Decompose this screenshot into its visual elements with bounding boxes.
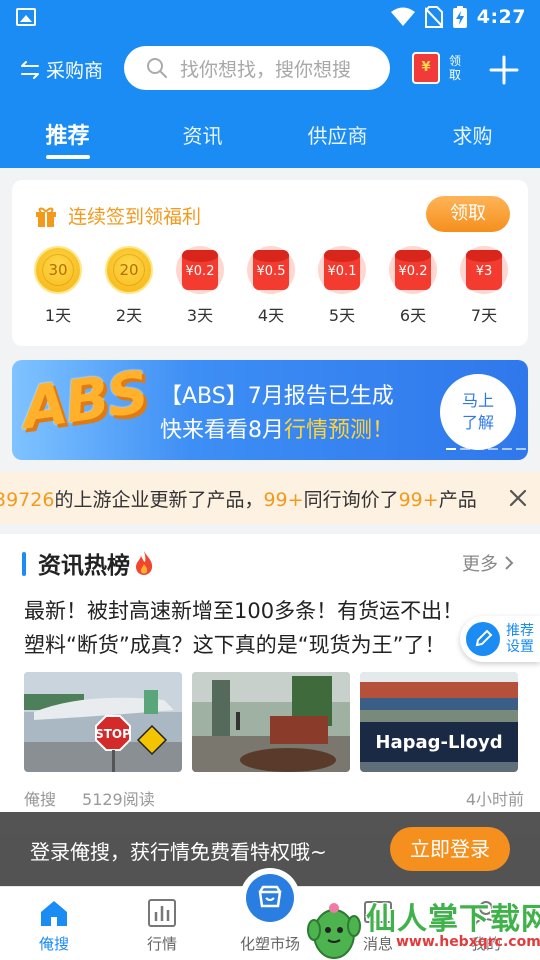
redpacket-icon: ¥0.5 (247, 246, 295, 294)
tab-purchase[interactable]: 求购 (405, 112, 540, 162)
checkin-day-1[interactable]: 30 1天 (26, 246, 90, 326)
hapag-lloyd-ship-photo: Hapag-Lloyd (360, 672, 518, 772)
article-title-line2: 塑料“断货”成真？这下真的是“现货为王”了！ (24, 633, 446, 657)
swap-icon (21, 60, 39, 79)
notice-ticker[interactable]: 39726的上游企业更新了产品，99+同行询价了99+产品 (0, 472, 540, 524)
nav-market[interactable]: 行情 (108, 887, 216, 960)
day-label: 3天 (186, 306, 214, 325)
day-label: 1天 (44, 306, 72, 325)
dump-truck-photo (192, 672, 350, 772)
article-source: 俺搜 (24, 790, 57, 809)
plus-icon[interactable] (488, 54, 520, 86)
role-label: 采购商 (46, 60, 104, 82)
gift-icon (36, 207, 56, 227)
coin-icon: 20 (105, 246, 153, 294)
news-section: 资讯热榜 更多 最新！被封高速新增至100多条！有货运不出！ 塑料“断货”成真？… (0, 534, 540, 834)
message-icon (364, 901, 392, 923)
stop-sign-text: STOP (95, 727, 131, 741)
checkin-days: 30 1天 20 2天 ¥0.2 3天 ¥0.5 4天 ¥0.1 5天 ¥0.2… (26, 246, 516, 326)
day-label: 7天 (470, 306, 498, 325)
wifi-icon (390, 7, 415, 26)
checkin-day-2[interactable]: 20 2天 (97, 246, 161, 326)
battery-charging-icon (452, 6, 467, 28)
checkin-card: 连续签到领福利 领取 30 1天 20 2天 ¥0.2 3天 ¥0.5 4天 ¥… (12, 180, 528, 346)
news-more-link[interactable]: 更多 (462, 550, 514, 576)
tab-news[interactable]: 资讯 (135, 112, 270, 162)
checkin-day-5[interactable]: ¥0.1 5天 (310, 246, 374, 326)
shop-icon (246, 874, 294, 922)
chart-icon (148, 899, 176, 927)
recommend-settings-label: 推荐设置 (506, 623, 534, 655)
banner-pager (446, 448, 526, 450)
nav-center-button[interactable] (240, 868, 300, 928)
day-label: 6天 (399, 306, 427, 325)
image-icon (16, 8, 36, 26)
header: 4:27 采购商 找你想找，搜你想搜 ¥ 领取 推荐 资讯 供应商 求购 (0, 0, 540, 168)
checkin-title: 连续签到领福利 (34, 202, 201, 229)
user-icon (474, 901, 498, 927)
search-icon (147, 58, 167, 78)
tab-recommend[interactable]: 推荐 (0, 112, 135, 162)
login-button[interactable]: 立即登录 (390, 827, 510, 871)
redpacket-label: 领取 (448, 54, 461, 82)
day-label: 4天 (257, 306, 285, 325)
article-views: 5129阅读 (82, 790, 155, 809)
checkin-day-6[interactable]: ¥0.2 6天 (381, 246, 445, 326)
status-bar: 4:27 (0, 0, 540, 36)
ticker-close-button[interactable] (496, 472, 540, 524)
banner-subline: 快来看看8月行情预测！ (160, 418, 395, 443)
day-label: 2天 (115, 306, 143, 325)
home-icon (41, 901, 67, 926)
checkin-title-text: 连续签到领福利 (68, 206, 202, 228)
ticker-text: 39726的上游企业更新了产品，99+同行询价了99+产品 (0, 489, 477, 511)
login-prompt-text: 登录俺搜，获行情免费看特权哦~ (30, 840, 327, 864)
recommend-settings-button[interactable]: 推荐设置 (460, 616, 540, 662)
tab-suppliers[interactable]: 供应商 (270, 112, 405, 162)
banner-learn-more-button[interactable]: 马上了解 (440, 374, 516, 450)
news-article[interactable]: 最新！被封高速新增至100多条！有货运不出！ 塑料“断货”成真？这下真的是“现货… (24, 594, 524, 810)
ship-brand-text: Hapag-Lloyd (375, 732, 502, 753)
redpacket-icon: ¥0.2 (389, 246, 437, 294)
role-switch[interactable]: 采购商 (20, 56, 103, 83)
redpacket-button[interactable]: ¥ 领取 (412, 52, 462, 84)
nav-profile[interactable]: 我的 (432, 887, 540, 960)
clock: 4:27 (476, 6, 526, 28)
banner-headline: 【ABS】7月报告已生成 (160, 384, 394, 409)
chevron-right-icon (505, 556, 514, 570)
nav-messages[interactable]: 消息 (324, 887, 432, 960)
checkin-claim-button[interactable]: 领取 (426, 196, 510, 232)
coin-icon: 30 (34, 246, 82, 294)
nav-home[interactable]: 俺搜 (0, 887, 108, 960)
checkin-day-4[interactable]: ¥0.5 4天 (239, 246, 303, 326)
redpacket-icon: ¥0.2 (176, 246, 224, 294)
checkin-day-7[interactable]: ¥3 7天 (452, 246, 516, 326)
redpacket-icon: ¥3 (460, 246, 508, 294)
top-tabs: 推荐 资讯 供应商 求购 (0, 112, 540, 162)
section-title: 资讯热榜 (38, 546, 154, 580)
promo-banner[interactable]: ABS 【ABS】7月报告已生成 快来看看8月行情预测！ 马上了解 (12, 360, 528, 460)
abs-logo: ABS (17, 360, 151, 443)
search-placeholder: 找你想找，搜你想搜 (180, 58, 352, 81)
article-meta: 俺搜 5129阅读 4小时前 (24, 786, 524, 810)
article-thumbnails: STOP Hapag-Lloyd (24, 672, 524, 772)
redpacket-icon: ¥0.1 (318, 246, 366, 294)
section-accent-bar (22, 552, 26, 576)
search-input[interactable]: 找你想找，搜你想搜 (124, 46, 390, 90)
checkin-day-3[interactable]: ¥0.2 3天 (168, 246, 232, 326)
no-sim-icon (424, 6, 443, 28)
fire-icon (136, 551, 153, 575)
article-time: 4小时前 (465, 790, 524, 809)
redpacket-icon: ¥ (412, 52, 440, 84)
article-title-line1: 最新！被封高速新增至100多条！有货运不出！ (24, 599, 464, 623)
stop-sign-photo: STOP (24, 672, 182, 772)
day-label: 5天 (328, 306, 356, 325)
close-icon (509, 489, 527, 507)
pencil-icon (466, 622, 500, 656)
